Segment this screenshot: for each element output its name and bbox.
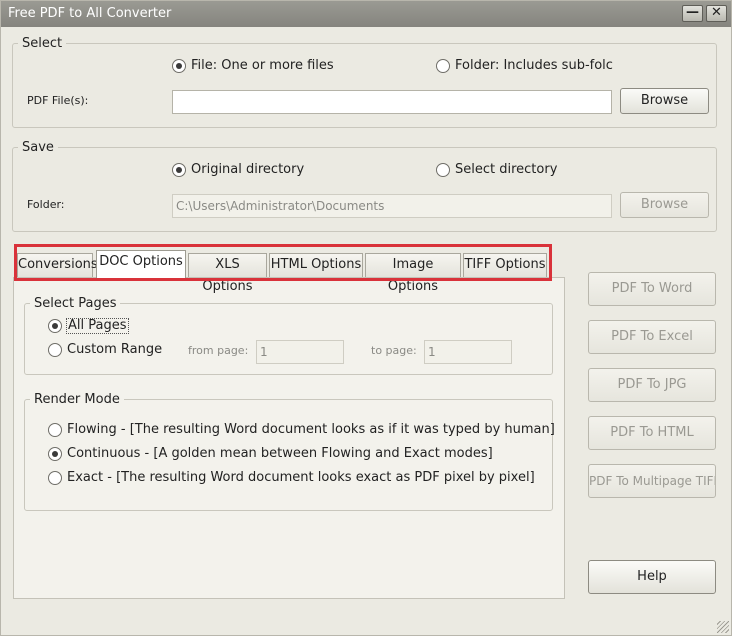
tabs-highlight-box: [14, 244, 552, 281]
custom-range-label[interactable]: Custom Range: [67, 342, 162, 357]
pdf-to-jpg-button[interactable]: PDF To JPG: [588, 368, 716, 402]
flowing-label[interactable]: Flowing - [The resulting Word document l…: [67, 422, 555, 437]
pdf-to-word-button[interactable]: PDF To Word: [588, 272, 716, 306]
select-legend: Select: [22, 36, 63, 51]
title-bar[interactable]: Free PDF to All Converter — ✕: [1, 1, 731, 27]
pdf-to-excel-button[interactable]: PDF To Excel: [588, 320, 716, 354]
app-window: Free PDF to All Converter — ✕ Select Fil…: [0, 0, 732, 636]
browse-pdf-button[interactable]: Browse: [620, 88, 709, 114]
exact-label[interactable]: Exact - [The resulting Word document loo…: [67, 470, 535, 485]
custom-range-radio[interactable]: [48, 343, 62, 357]
folder-radio[interactable]: [436, 59, 450, 73]
all-pages-radio[interactable]: [48, 319, 62, 333]
from-page-label: from page:: [188, 344, 249, 357]
folder-input[interactable]: C:\Users\Administrator\Documents: [172, 194, 612, 218]
exact-radio[interactable]: [48, 471, 62, 485]
select-group: Select: [12, 36, 717, 128]
pdf-files-input[interactable]: [172, 90, 612, 114]
pdf-to-html-button[interactable]: PDF To HTML: [588, 416, 716, 450]
file-radio[interactable]: [172, 59, 186, 73]
select-directory-radio[interactable]: [436, 163, 450, 177]
pdf-to-tiff-button[interactable]: PDF To Multipage TIFF: [588, 464, 716, 498]
file-option-label[interactable]: File: One or more files: [191, 58, 334, 73]
browse-folder-button[interactable]: Browse: [620, 192, 709, 218]
continuous-label[interactable]: Continuous - [A golden mean between Flow…: [67, 446, 493, 461]
continuous-radio[interactable]: [48, 447, 62, 461]
original-directory-radio[interactable]: [172, 163, 186, 177]
select-directory-label[interactable]: Select directory: [455, 162, 557, 177]
minimize-button[interactable]: —: [682, 5, 703, 22]
folder-label: Folder:: [27, 198, 65, 211]
flowing-radio[interactable]: [48, 423, 62, 437]
to-page-input[interactable]: 1: [424, 340, 512, 364]
select-pages-legend: Select Pages: [34, 296, 117, 311]
pdf-files-label: PDF File(s):: [27, 94, 89, 107]
render-mode-legend: Render Mode: [34, 392, 120, 407]
from-page-input[interactable]: 1: [256, 340, 344, 364]
close-button[interactable]: ✕: [706, 5, 727, 22]
save-legend: Save: [22, 140, 54, 155]
to-page-label: to page:: [371, 344, 417, 357]
save-group: Save: [12, 140, 717, 232]
help-button[interactable]: Help: [588, 560, 716, 594]
window-title: Free PDF to All Converter: [8, 6, 172, 21]
all-pages-label[interactable]: All Pages: [66, 318, 129, 334]
resize-grip[interactable]: [717, 621, 729, 633]
folder-option-label[interactable]: Folder: Includes sub-folc: [455, 58, 613, 73]
original-directory-label[interactable]: Original directory: [191, 162, 304, 177]
